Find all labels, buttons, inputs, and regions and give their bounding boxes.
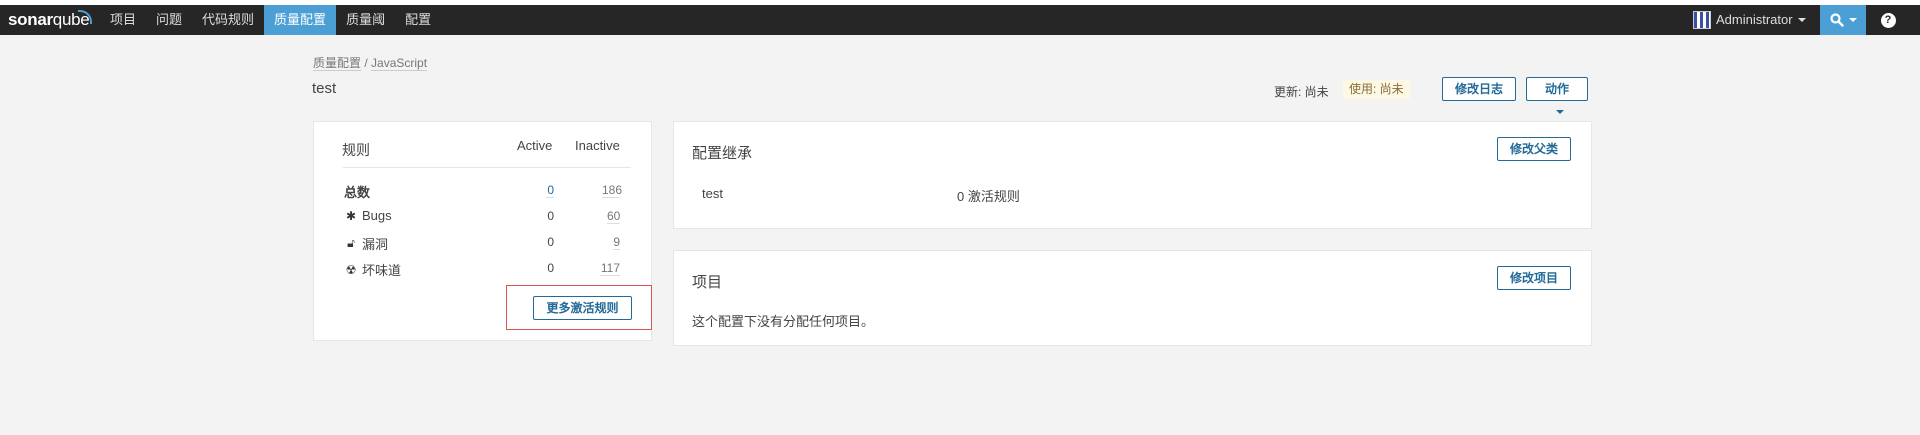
- help-button[interactable]: ?: [1873, 5, 1903, 35]
- total-active-count[interactable]: 0: [546, 183, 554, 198]
- projects-empty-message: 这个配置下没有分配任何项目。: [692, 314, 875, 329]
- search-button[interactable]: [1820, 5, 1866, 35]
- top-navbar: sonarqube 项目 问题 代码规则 质量配置 质量阈 配置 Adminis…: [0, 0, 1920, 35]
- active-column-header: Active: [517, 138, 553, 153]
- updated-status: 更新: 尚未: [1274, 85, 1329, 99]
- inheritance-card: [673, 121, 1592, 229]
- code-smell-icon: ☢︎: [345, 262, 357, 277]
- vulnerabilities-inactive-count[interactable]: 9: [613, 235, 620, 250]
- breadcrumb: 质量配置 / JavaScript: [313, 54, 428, 71]
- changelog-button[interactable]: 修改日志: [1442, 77, 1516, 101]
- rules-divider: [343, 167, 631, 168]
- bug-icon: ✱: [345, 208, 357, 223]
- rules-row-total: 总数: [344, 185, 371, 200]
- search-icon: [1829, 13, 1844, 27]
- avatar: [1693, 11, 1711, 29]
- vulnerabilities-active-count: 0: [547, 235, 554, 249]
- inheritance-active-rules: 0 激活规则: [957, 189, 1020, 204]
- change-parent-button[interactable]: 修改父类: [1497, 137, 1571, 161]
- rules-row-vulnerabilities: 🔓︎ 漏洞: [344, 234, 388, 253]
- code-smells-active-count: 0: [547, 261, 554, 275]
- breadcrumb-language-link[interactable]: JavaScript: [371, 56, 428, 71]
- logo-arc-icon: [78, 10, 92, 24]
- inheritance-profile-name: test: [702, 186, 723, 201]
- nav-item-projects[interactable]: 项目: [100, 5, 146, 35]
- breadcrumb-root-link[interactable]: 质量配置: [313, 56, 362, 71]
- code-smells-label: 坏味道: [362, 263, 402, 278]
- user-menu[interactable]: Administrator: [1693, 5, 1806, 35]
- breadcrumb-separator: /: [364, 56, 368, 70]
- bugs-active-count: 0: [547, 209, 554, 223]
- help-icon: ?: [1880, 12, 1896, 28]
- chevron-down-icon: [1555, 109, 1564, 114]
- change-projects-button[interactable]: 修改项目: [1497, 266, 1571, 290]
- projects-card: [673, 250, 1592, 346]
- usage-status-badge: 使用: 尚未: [1343, 80, 1410, 99]
- actions-button[interactable]: 动作: [1526, 77, 1588, 114]
- total-inactive-count[interactable]: 186: [602, 183, 622, 198]
- actions-button-label: 动作: [1544, 82, 1569, 96]
- main-nav: 项目 问题 代码规则 质量配置 质量阈 配置: [100, 5, 441, 35]
- logo-text-main: sonar: [8, 10, 53, 29]
- code-smells-inactive-count[interactable]: 117: [600, 261, 620, 276]
- nav-item-issues[interactable]: 问题: [146, 5, 192, 35]
- page-title: test: [312, 80, 337, 97]
- bugs-inactive-count[interactable]: 60: [607, 209, 620, 224]
- nav-item-rules[interactable]: 代码规则: [192, 5, 264, 35]
- nav-item-quality-gates[interactable]: 质量阈: [336, 5, 395, 35]
- nav-item-administration[interactable]: 配置: [395, 5, 441, 35]
- inactive-column-header: Inactive: [575, 138, 620, 153]
- user-name: Administrator: [1716, 12, 1793, 27]
- activate-more-rules-button[interactable]: 更多激活规则: [533, 296, 632, 320]
- rules-row-bugs: ✱ Bugs: [344, 208, 392, 223]
- rules-title: 规则: [342, 142, 370, 158]
- chevron-down-icon: [1797, 18, 1806, 22]
- bugs-label: Bugs: [362, 208, 392, 223]
- inheritance-title: 配置继承: [692, 145, 753, 162]
- rules-row-code-smells: ☢︎ 坏味道: [344, 260, 401, 279]
- projects-title: 项目: [692, 274, 723, 291]
- vulnerabilities-label: 漏洞: [362, 237, 389, 252]
- nav-item-quality-profiles[interactable]: 质量配置: [264, 5, 337, 35]
- lock-icon: 🔓︎: [347, 236, 355, 250]
- chevron-down-icon: [1848, 18, 1857, 22]
